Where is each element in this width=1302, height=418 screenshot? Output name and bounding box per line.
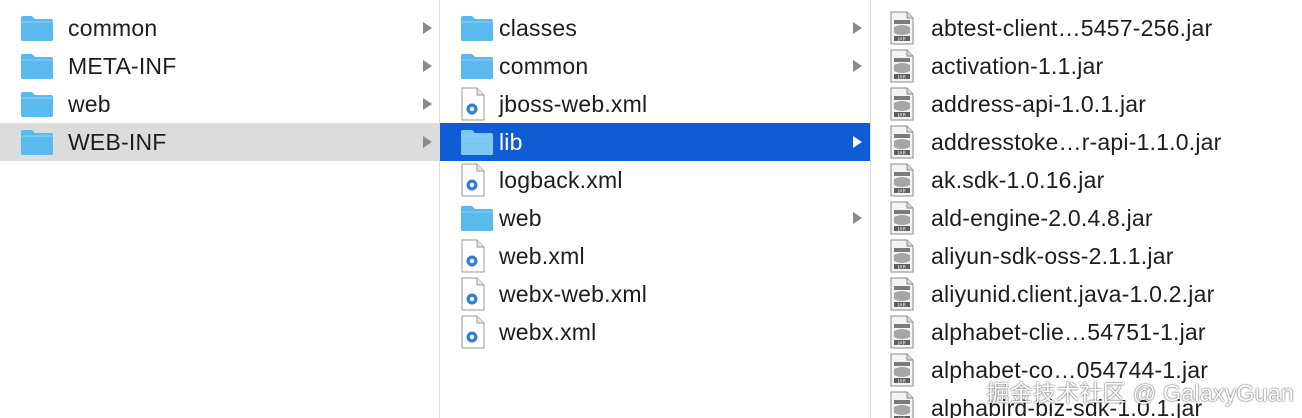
jar-item-ald-engine-2-0-4-8-jar[interactable]: JAR ald-engine-2.0.4.8.jar [871, 199, 1302, 237]
folder-icon [460, 52, 494, 80]
xml-file-icon [460, 87, 486, 121]
svg-text:JAR: JAR [897, 37, 906, 43]
item-label: classes [499, 15, 578, 41]
folder-item-lib[interactable]: lib [440, 123, 871, 161]
column-2[interactable]: classes common jboss-web.xml lib logback.xml… [440, 0, 871, 418]
column-3[interactable]: JAR abtest-client…5457-256.jar JAR activati… [871, 0, 1302, 418]
chevron-right-icon [423, 60, 432, 72]
svg-text:JAR: JAR [897, 113, 906, 119]
jar-file-icon: JAR [889, 353, 915, 387]
folder-item-common[interactable]: common [440, 47, 871, 85]
jar-file-icon: JAR [889, 125, 915, 159]
jar-item-address-api-1-0-1-jar[interactable]: JAR address-api-1.0.1.jar [871, 85, 1302, 123]
chevron-right-icon [853, 136, 862, 148]
item-label: webx-web.xml [499, 281, 648, 307]
svg-text:JAR: JAR [897, 189, 906, 195]
item-label: common [499, 53, 589, 79]
chevron-right-icon [423, 22, 432, 34]
jar-file-icon: JAR [889, 391, 915, 418]
jar-item-abtest-client-5457-256-jar[interactable]: JAR abtest-client…5457-256.jar [871, 9, 1302, 47]
jar-item-aliyun-sdk-oss-2-1-1-jar[interactable]: JAR aliyun-sdk-oss-2.1.1.jar [871, 237, 1302, 275]
file-item-webx-xml[interactable]: webx.xml [440, 313, 871, 351]
item-label: logback.xml [499, 167, 623, 193]
folder-icon [460, 128, 494, 156]
svg-text:JAR: JAR [897, 227, 906, 233]
jar-file-icon: JAR [889, 11, 915, 45]
file-item-jboss-web-xml[interactable]: jboss-web.xml [440, 85, 871, 123]
jar-file-icon: JAR [889, 277, 915, 311]
item-label: addresstoke…r-api-1.1.0.jar [931, 129, 1222, 155]
chevron-right-icon [853, 22, 862, 34]
folder-icon [20, 14, 54, 42]
item-label: lib [499, 129, 523, 155]
folder-item-classes[interactable]: classes [440, 9, 871, 47]
item-label: address-api-1.0.1.jar [931, 91, 1147, 117]
xml-file-icon [460, 277, 486, 311]
folder-item-web-inf[interactable]: WEB-INF [0, 123, 440, 161]
svg-text:JAR: JAR [897, 379, 906, 385]
folder-item-common[interactable]: common [0, 9, 440, 47]
folder-item-web[interactable]: web [0, 85, 440, 123]
folder-icon [460, 204, 494, 232]
svg-text:JAR: JAR [897, 75, 906, 81]
item-label: web.xml [499, 243, 585, 269]
watermark: 掘金技术社区 @ GalaxyGuan [986, 380, 1294, 406]
jar-item-addresstoke-r-api-1-1-0-jar[interactable]: JAR addresstoke…r-api-1.1.0.jar [871, 123, 1302, 161]
item-label: ald-engine-2.0.4.8.jar [931, 205, 1153, 231]
item-label: activation-1.1.jar [931, 53, 1104, 79]
item-label: alphabet-clie…54751-1.jar [931, 319, 1206, 345]
item-label: web [68, 91, 111, 117]
item-label: META-INF [68, 53, 177, 79]
jar-file-icon: JAR [889, 163, 915, 197]
jar-file-icon: JAR [889, 315, 915, 349]
jar-item-alphabet-clie-54751-1-jar[interactable]: JAR alphabet-clie…54751-1.jar [871, 313, 1302, 351]
jar-item-activation-1-1-jar[interactable]: JAR activation-1.1.jar [871, 47, 1302, 85]
jar-file-icon: JAR [889, 49, 915, 83]
item-label: webx.xml [499, 319, 597, 345]
item-label: abtest-client…5457-256.jar [931, 15, 1213, 41]
file-item-webx-web-xml[interactable]: webx-web.xml [440, 275, 871, 313]
item-label: aliyunid.client.java-1.0.2.jar [931, 281, 1215, 307]
xml-file-icon [460, 315, 486, 349]
svg-text:JAR: JAR [897, 265, 906, 271]
chevron-right-icon [423, 98, 432, 110]
jar-file-icon: JAR [889, 239, 915, 273]
jar-item-aliyunid-client-java-1-0-2-jar[interactable]: JAR aliyunid.client.java-1.0.2.jar [871, 275, 1302, 313]
xml-file-icon [460, 239, 486, 273]
chevron-right-icon [853, 212, 862, 224]
item-label: ak.sdk-1.0.16.jar [931, 167, 1105, 193]
jar-file-icon: JAR [889, 201, 915, 235]
file-item-logback-xml[interactable]: logback.xml [440, 161, 871, 199]
item-label: common [68, 15, 158, 41]
folder-icon [460, 14, 494, 42]
item-label: jboss-web.xml [499, 91, 648, 117]
chevron-right-icon [853, 60, 862, 72]
jar-item-ak-sdk-1-0-16-jar[interactable]: JAR ak.sdk-1.0.16.jar [871, 161, 1302, 199]
item-label: WEB-INF [68, 129, 167, 155]
folder-icon [20, 128, 54, 156]
folder-item-web[interactable]: web [440, 199, 871, 237]
file-item-web-xml[interactable]: web.xml [440, 237, 871, 275]
folder-icon [20, 52, 54, 80]
chevron-right-icon [423, 136, 432, 148]
xml-file-icon [460, 163, 486, 197]
item-label: web [499, 205, 542, 231]
column-1[interactable]: common META-INF web WEB-INF [0, 0, 440, 418]
svg-text:JAR: JAR [897, 303, 906, 309]
jar-file-icon: JAR [889, 87, 915, 121]
svg-text:JAR: JAR [897, 341, 906, 347]
svg-text:JAR: JAR [897, 151, 906, 157]
folder-icon [20, 90, 54, 118]
folder-item-meta-inf[interactable]: META-INF [0, 47, 440, 85]
item-label: aliyun-sdk-oss-2.1.1.jar [931, 243, 1174, 269]
